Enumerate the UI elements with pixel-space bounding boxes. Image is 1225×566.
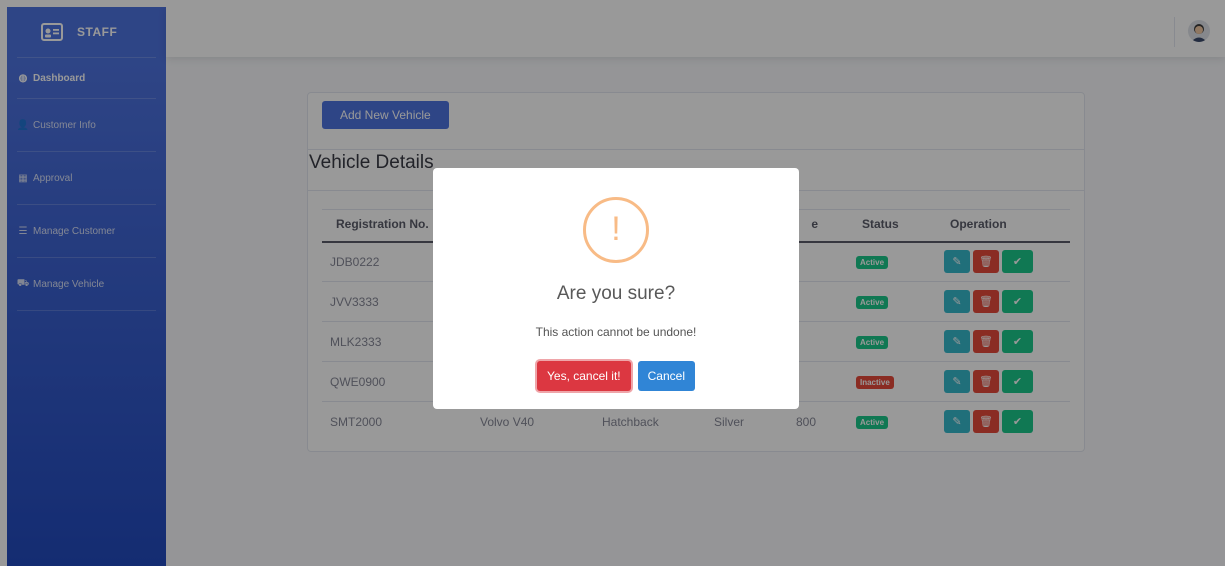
dialog-title: Are you sure? xyxy=(556,283,676,304)
cancel-button[interactable]: Cancel xyxy=(637,361,695,391)
warning-icon: ! xyxy=(583,197,649,263)
confirm-dialog: ! Are you sure? This action cannot be un… xyxy=(433,168,799,409)
dialog-actions: Yes, cancel it! Cancel xyxy=(433,361,799,391)
dialog-message: This action cannot be undone! xyxy=(535,325,697,339)
confirm-button[interactable]: Yes, cancel it! xyxy=(537,361,631,391)
